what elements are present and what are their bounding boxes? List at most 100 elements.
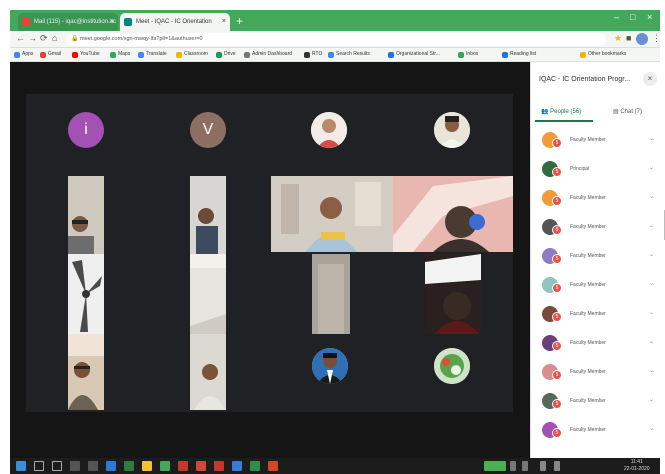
bookmark-item[interactable]: Maps bbox=[110, 51, 130, 58]
address-bar[interactable]: 🔒 meet.google.com/xgn-mwqy-ifa?pli=1&aut… bbox=[66, 33, 606, 46]
minimize-button[interactable]: – bbox=[614, 12, 619, 22]
participant-video[interactable] bbox=[68, 334, 104, 410]
participant-video[interactable] bbox=[190, 254, 226, 334]
star-icon[interactable]: ★ bbox=[614, 33, 622, 44]
browser-toolbar: ← → ⟳ ⌂ 🔒 meet.google.com/xgn-mwqy-ifa?p… bbox=[10, 31, 661, 48]
close-tab-icon[interactable]: × bbox=[222, 13, 226, 31]
participant-video[interactable] bbox=[393, 176, 513, 252]
volume-icon[interactable] bbox=[554, 461, 560, 471]
participant-photo-avatar[interactable] bbox=[312, 348, 348, 384]
participant-badge: 5 bbox=[552, 196, 562, 206]
participant-row[interactable]: 5 Principal ⌄ bbox=[537, 157, 657, 183]
new-tab-button[interactable]: + bbox=[236, 13, 243, 29]
close-panel-button[interactable]: × bbox=[643, 72, 657, 86]
powerpoint-icon[interactable] bbox=[268, 461, 278, 471]
chevron-down-icon[interactable]: ⌄ bbox=[649, 222, 654, 229]
participant-row[interactable]: 5 Faculty Member ⌄ bbox=[537, 418, 657, 444]
bookmark-item[interactable]: YouTube bbox=[72, 51, 100, 58]
bookmark-item[interactable]: Inbox bbox=[458, 51, 478, 58]
bookmark-item[interactable]: Admin Dashboard bbox=[244, 51, 292, 58]
participant-video[interactable] bbox=[190, 334, 226, 410]
bookmark-item[interactable]: Translate bbox=[138, 51, 167, 58]
participant-row[interactable]: 5 Faculty Member ⌄ bbox=[537, 360, 657, 386]
bookmark-item[interactable]: Drive bbox=[216, 51, 236, 58]
menu-icon[interactable]: ⋮ bbox=[652, 33, 661, 44]
participant-row[interactable]: 5 Faculty Member ⌄ bbox=[537, 215, 657, 241]
tab-chat-label: Chat (7) bbox=[620, 109, 643, 115]
bookmark-item[interactable]: Apps bbox=[14, 51, 33, 58]
participant-name: Faculty Member bbox=[570, 224, 606, 230]
bookmark-item[interactable]: Classroom bbox=[176, 51, 208, 58]
chrome-icon[interactable] bbox=[160, 461, 170, 471]
participant-video[interactable] bbox=[271, 176, 393, 252]
chevron-down-icon[interactable]: ⌄ bbox=[649, 251, 654, 258]
taskbar-clock[interactable]: 11:41 22-01-2020 bbox=[624, 459, 650, 473]
tray-icon[interactable] bbox=[522, 461, 528, 471]
participant-video[interactable] bbox=[68, 254, 104, 334]
maximize-button[interactable]: □ bbox=[630, 12, 635, 22]
taskbar-app-icon[interactable] bbox=[70, 461, 80, 471]
word-icon[interactable] bbox=[232, 461, 242, 471]
bookmark-item[interactable]: Reading list bbox=[502, 51, 536, 58]
excel-icon[interactable] bbox=[250, 461, 260, 471]
taskbar-app-icon[interactable] bbox=[214, 461, 224, 471]
participant-video[interactable] bbox=[425, 254, 481, 334]
participant-photo-avatar[interactable] bbox=[434, 112, 470, 148]
chevron-down-icon[interactable]: ⌄ bbox=[649, 135, 654, 142]
participant-video[interactable] bbox=[312, 254, 350, 334]
meeting-title: IQAC - IC Orientation Progr... bbox=[539, 76, 631, 83]
participant-row[interactable]: 5 Faculty Member ⌄ bbox=[537, 389, 657, 415]
tray-icon[interactable] bbox=[510, 461, 516, 471]
chevron-down-icon[interactable]: ⌄ bbox=[649, 396, 654, 403]
back-icon[interactable]: ← bbox=[16, 33, 25, 43]
reload-icon[interactable]: ⟳ bbox=[40, 33, 48, 44]
participant-video[interactable] bbox=[190, 176, 226, 254]
chevron-down-icon[interactable]: ⌄ bbox=[649, 367, 654, 374]
bookmark-item[interactable]: Organizational Str... bbox=[388, 51, 440, 58]
bookmark-item[interactable]: Other bookmarks bbox=[580, 51, 626, 58]
participant-row[interactable]: 5 Faculty Member ⌄ bbox=[537, 128, 657, 154]
participant-row[interactable]: 5 Faculty Member ⌄ bbox=[537, 244, 657, 270]
start-icon[interactable] bbox=[16, 461, 26, 471]
task-view-icon[interactable] bbox=[52, 461, 62, 471]
participant-row[interactable]: 5 Faculty Member ⌄ bbox=[537, 273, 657, 299]
participant-row[interactable]: 5 Faculty Member ⌄ bbox=[537, 186, 657, 212]
participant-tile[interactable]: i bbox=[68, 112, 104, 148]
participant-badge: 5 bbox=[552, 341, 562, 351]
close-tab-icon[interactable]: × bbox=[110, 13, 114, 31]
participant-video[interactable] bbox=[68, 176, 104, 254]
home-icon[interactable]: ⌂ bbox=[52, 33, 57, 43]
participant-row[interactable]: 5 Faculty Member ⌄ bbox=[537, 331, 657, 357]
profile-avatar[interactable] bbox=[636, 33, 648, 45]
bookmark-item[interactable]: RTO bbox=[304, 51, 322, 58]
edge-icon[interactable] bbox=[106, 461, 116, 471]
taskbar-app-icon[interactable] bbox=[88, 461, 98, 471]
chevron-down-icon[interactable]: ⌄ bbox=[649, 338, 654, 345]
clock-date: 22-01-2020 bbox=[624, 466, 650, 472]
chevron-down-icon[interactable]: ⌄ bbox=[649, 309, 654, 316]
network-icon[interactable] bbox=[540, 461, 546, 471]
participant-photo-avatar[interactable] bbox=[311, 112, 347, 148]
forward-icon[interactable]: → bbox=[28, 33, 37, 43]
chevron-down-icon[interactable]: ⌄ bbox=[649, 164, 654, 171]
participant-photo-avatar[interactable] bbox=[434, 348, 470, 384]
participant-tile[interactable]: V bbox=[190, 112, 226, 148]
chevron-down-icon[interactable]: ⌄ bbox=[649, 425, 654, 432]
tab-meet[interactable]: Meet - IQAC - IC Orientation × bbox=[120, 13, 230, 31]
participant-row[interactable]: 5 Faculty Member ⌄ bbox=[537, 302, 657, 328]
tab-chat[interactable]: ▤ Chat (7) bbox=[613, 108, 642, 115]
chevron-down-icon[interactable]: ⌄ bbox=[649, 193, 654, 200]
battery-icon[interactable] bbox=[484, 461, 506, 471]
taskbar-app-icon[interactable] bbox=[124, 461, 134, 471]
taskbar-app-icon[interactable] bbox=[196, 461, 206, 471]
tab-mail[interactable]: Mail (115) - iqac@institution.ac × bbox=[18, 13, 118, 31]
close-window-button[interactable]: × bbox=[647, 12, 652, 22]
chevron-down-icon[interactable]: ⌄ bbox=[649, 280, 654, 287]
taskbar-app-icon[interactable] bbox=[178, 461, 188, 471]
tab-people[interactable]: 👥 People (56) bbox=[541, 108, 581, 115]
extension-icon[interactable]: ■ bbox=[626, 33, 631, 43]
folder-icon[interactable] bbox=[142, 461, 152, 471]
bookmark-item[interactable]: Search Results bbox=[328, 51, 370, 58]
bookmark-item[interactable]: Gmail bbox=[40, 51, 61, 58]
search-icon[interactable] bbox=[34, 461, 44, 471]
